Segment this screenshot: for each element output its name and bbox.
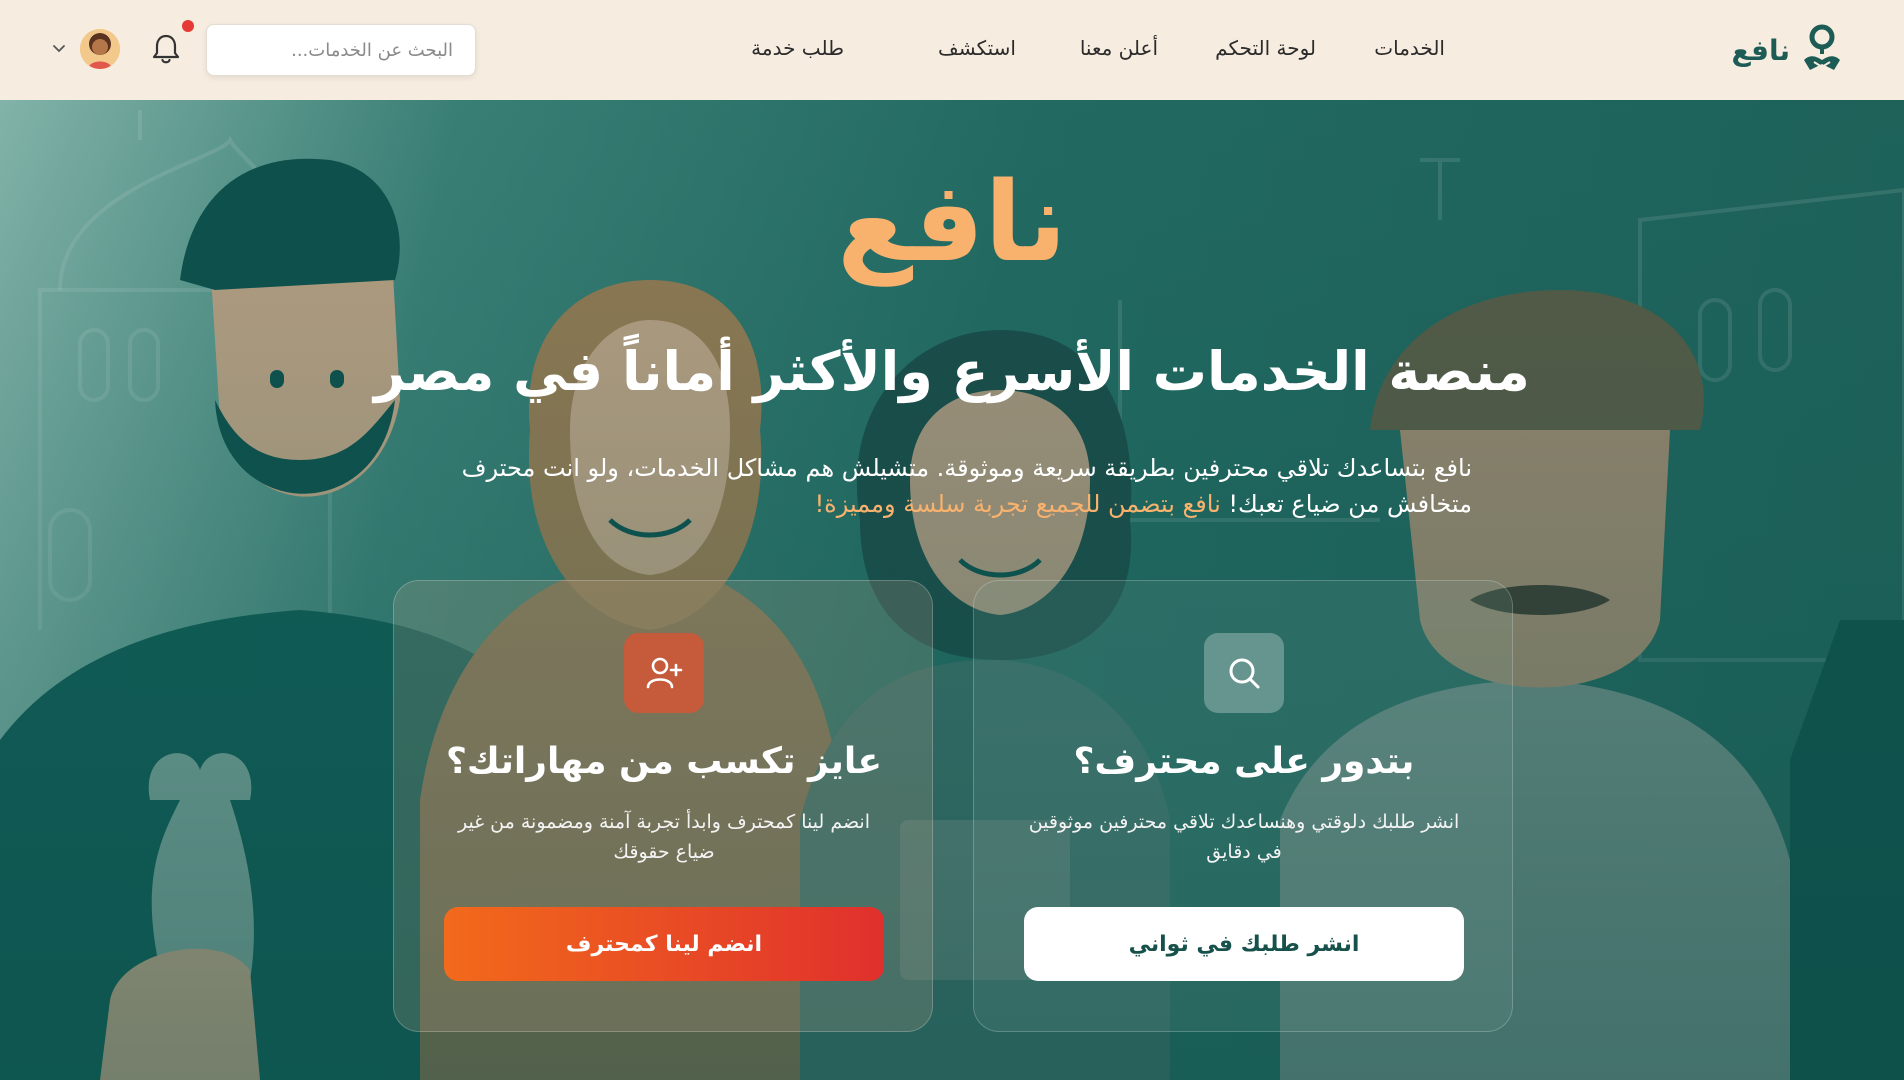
join-professional-card: عايز تكسب من مهاراتك؟ انضم لينا كمحترف و… [393, 580, 933, 1032]
card-text: انشر طلبك دلوقتي وهنساعدك تلاقي محترفين … [1028, 811, 1460, 863]
nav-link-explore[interactable]: استكشف [938, 36, 1016, 60]
avatar-image [80, 29, 120, 69]
hero-section: نافع منصة الخدمات الأسرع والأكثر أماناً … [0, 100, 1904, 1080]
bell-icon[interactable] [150, 32, 182, 66]
user-avatar[interactable] [80, 29, 120, 69]
card-title: بتدور على محترف؟ [1073, 741, 1415, 782]
join-as-professional-button[interactable]: انضم لينا كمحترف [444, 907, 884, 981]
notification-badge [182, 20, 194, 32]
hero-description-highlight: نافع بتضمن للجميع تجربة سلسة ومميزة! [814, 490, 1221, 518]
hero-subtitle: منصة الخدمات الأسرع والأكثر أماناً في مص… [374, 340, 1530, 403]
chevron-down-icon[interactable] [52, 44, 66, 54]
search-icon [1229, 658, 1260, 689]
hero-title: نافع [837, 158, 1067, 286]
hero-description: نافع بتساعدك تلاقي محترفين بطريقة سريعة … [432, 450, 1472, 522]
post-request-button[interactable]: انشر طلبك في ثواني [1024, 907, 1464, 981]
card-icon-container [1204, 633, 1284, 713]
nav-link-dashboard[interactable]: لوحة التحكم [1215, 36, 1316, 60]
search-input[interactable] [207, 25, 475, 75]
card-text: انضم لينا كمحترف وابدأ تجربة آمنة ومضمون… [457, 811, 871, 863]
nav-link-services[interactable]: الخدمات [1374, 36, 1445, 60]
nav-link-advertise[interactable]: أعلن معنا [1080, 36, 1158, 60]
search-box [206, 24, 476, 76]
card-title: عايز تكسب من مهاراتك؟ [445, 741, 883, 782]
user-plus-icon [646, 657, 683, 689]
nav-link-request-service[interactable]: طلب خدمة [751, 36, 844, 60]
top-navigation-bar: نافع الخدمات لوحة التحكم أعلن معنا استكش… [0, 0, 1904, 100]
find-professional-card: بتدور على محترف؟ انشر طلبك دلوقتي وهنساع… [973, 580, 1513, 1032]
card-icon-container [624, 633, 704, 713]
